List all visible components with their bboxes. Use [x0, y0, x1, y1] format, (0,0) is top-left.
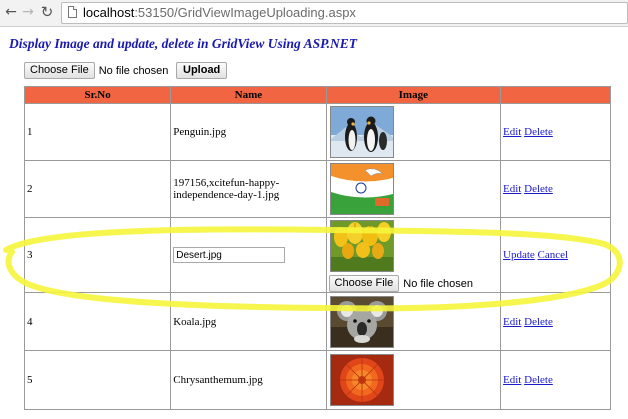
chrysanthemum-thumbnail [329, 354, 394, 406]
delete-link[interactable]: Delete [524, 374, 553, 386]
header-name: Name [170, 86, 327, 104]
table-row: 2 197156,xcitefun-happy-independence-day… [23, 160, 611, 218]
reload-icon[interactable]: ↻ [38, 3, 56, 21]
tulips-thumbnail [329, 220, 394, 272]
edit-link[interactable]: Edit [503, 374, 521, 386]
row-sr-no: 2 [23, 160, 172, 218]
row-image-cell [325, 160, 502, 218]
row-name: Koala.jpg [170, 292, 327, 351]
delete-link[interactable]: Delete [524, 316, 553, 328]
row-actions: Edit Delete [500, 292, 611, 351]
table-row: 1 Penguin.jpg Edit Delete [23, 103, 611, 161]
row-file-upload-control[interactable]: Choose File No file chosen [328, 275, 473, 292]
row-name: Penguin.jpg [170, 103, 327, 161]
row-image-cell: Choose File No file chosen [325, 217, 502, 293]
page-icon [68, 6, 77, 18]
edit-link[interactable]: Edit [503, 126, 521, 138]
address-bar[interactable]: localhost:53150/GridViewImageUploading.a… [61, 2, 628, 24]
url-host: localhost [83, 5, 135, 20]
table-row-editing: 3 Choose File [23, 217, 611, 293]
browser-toolbar: ← → ↻ localhost:53150/GridViewImageUploa… [0, 0, 628, 27]
row-actions: Update Cancel [500, 217, 611, 293]
row-sr-no: 5 [23, 350, 172, 410]
table-row: 4 Koala.jpg Edit Delete [23, 292, 611, 351]
koala-thumbnail [329, 295, 394, 348]
independence-day-thumbnail [329, 163, 394, 215]
row-image-cell [325, 103, 502, 161]
row-name: 197156,xcitefun-happy-independence-day-1… [170, 160, 327, 218]
row-sr-no: 3 [23, 217, 172, 293]
row-name-edit-cell [170, 217, 327, 293]
choose-file-button[interactable]: Choose File [24, 62, 95, 79]
update-link[interactable]: Update [503, 249, 535, 261]
upload-button[interactable]: Upload [176, 62, 228, 79]
header-image: Image [325, 86, 502, 104]
edit-link[interactable]: Edit [503, 183, 521, 195]
forward-arrow-icon[interactable]: → [19, 3, 37, 21]
page-heading: Display Image and update, delete in Grid… [9, 36, 358, 51]
delete-link[interactable]: Delete [524, 126, 553, 138]
url-text: localhost:53150/GridViewImageUploading.a… [83, 4, 356, 21]
row-sr-no: 4 [23, 292, 172, 351]
url-path: :53150/GridViewImageUploading.aspx [134, 5, 356, 20]
table-row: 5 Chrysanthemum.jpg Edit Delete [23, 350, 611, 410]
file-upload-control[interactable]: Choose File No file chosen [24, 62, 168, 79]
row-sr-no: 1 [23, 103, 172, 161]
back-arrow-icon[interactable]: ← [2, 3, 20, 21]
image-gridview: Sr.No Name Image 1 Penguin.jpg Edit Dele… [23, 86, 611, 410]
row-image-cell [325, 292, 502, 351]
delete-link[interactable]: Delete [524, 183, 553, 195]
row-actions: Edit Delete [500, 160, 611, 218]
header-sr-no: Sr.No [23, 86, 172, 104]
grid-header-row: Sr.No Name Image [23, 86, 611, 104]
header-actions [500, 86, 611, 104]
row-choose-file-button[interactable]: Choose File [328, 275, 400, 292]
edit-link[interactable]: Edit [503, 316, 521, 328]
cancel-link[interactable]: Cancel [538, 249, 569, 261]
row-actions: Edit Delete [500, 350, 611, 410]
row-name: Chrysanthemum.jpg [170, 350, 327, 410]
name-edit-input[interactable] [173, 247, 286, 263]
row-actions: Edit Delete [500, 103, 611, 161]
row-no-file-chosen-text: No file chosen [403, 277, 473, 290]
row-image-cell [325, 350, 502, 410]
penguin-thumbnail [329, 106, 394, 158]
no-file-chosen-text: No file chosen [98, 64, 169, 77]
